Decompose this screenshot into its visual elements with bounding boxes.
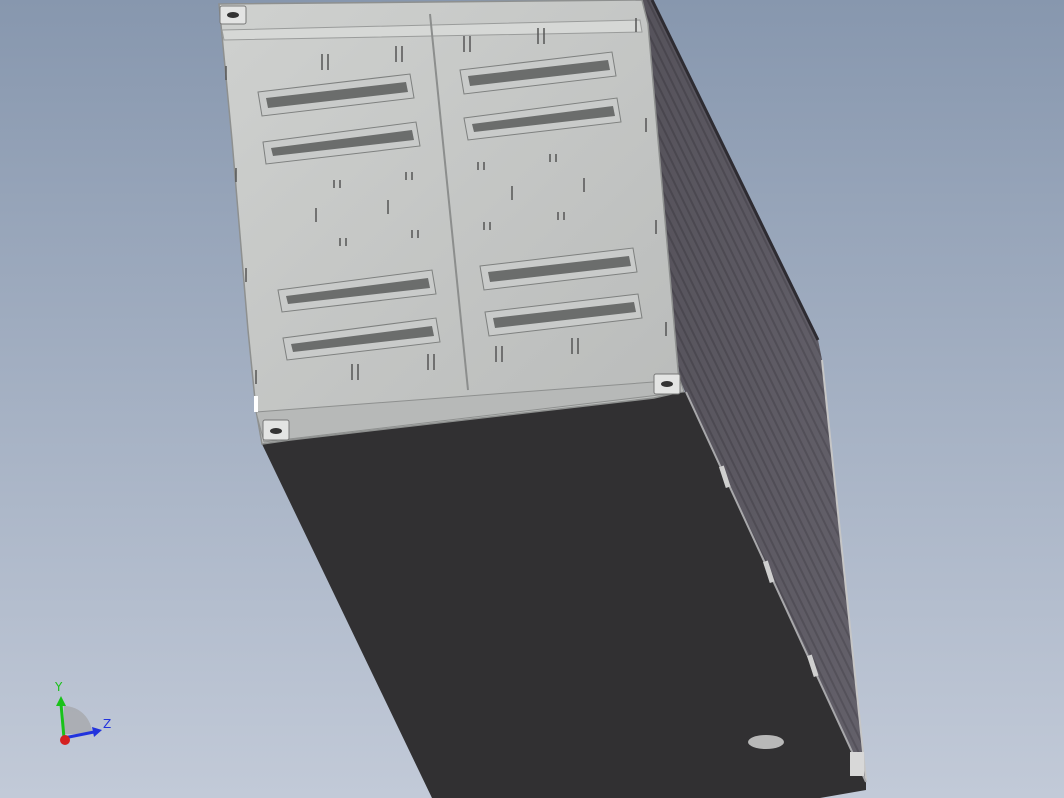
triad-z-label: Z <box>103 717 111 731</box>
container-door-end[interactable] <box>218 0 685 445</box>
triad-x-axis-origin <box>60 735 70 745</box>
floor-hole <box>748 735 784 749</box>
triad-y-axis <box>59 703 66 739</box>
triad-y-label: Y <box>54 680 63 694</box>
orientation-triad[interactable]: Y Z <box>54 680 111 745</box>
triad-z-arrowhead <box>92 727 102 737</box>
3d-viewport[interactable]: Y Z <box>0 0 1064 798</box>
triad-y-arrowhead <box>56 696 66 706</box>
triad-plane-marker <box>64 706 92 734</box>
corner-casting <box>850 752 864 776</box>
